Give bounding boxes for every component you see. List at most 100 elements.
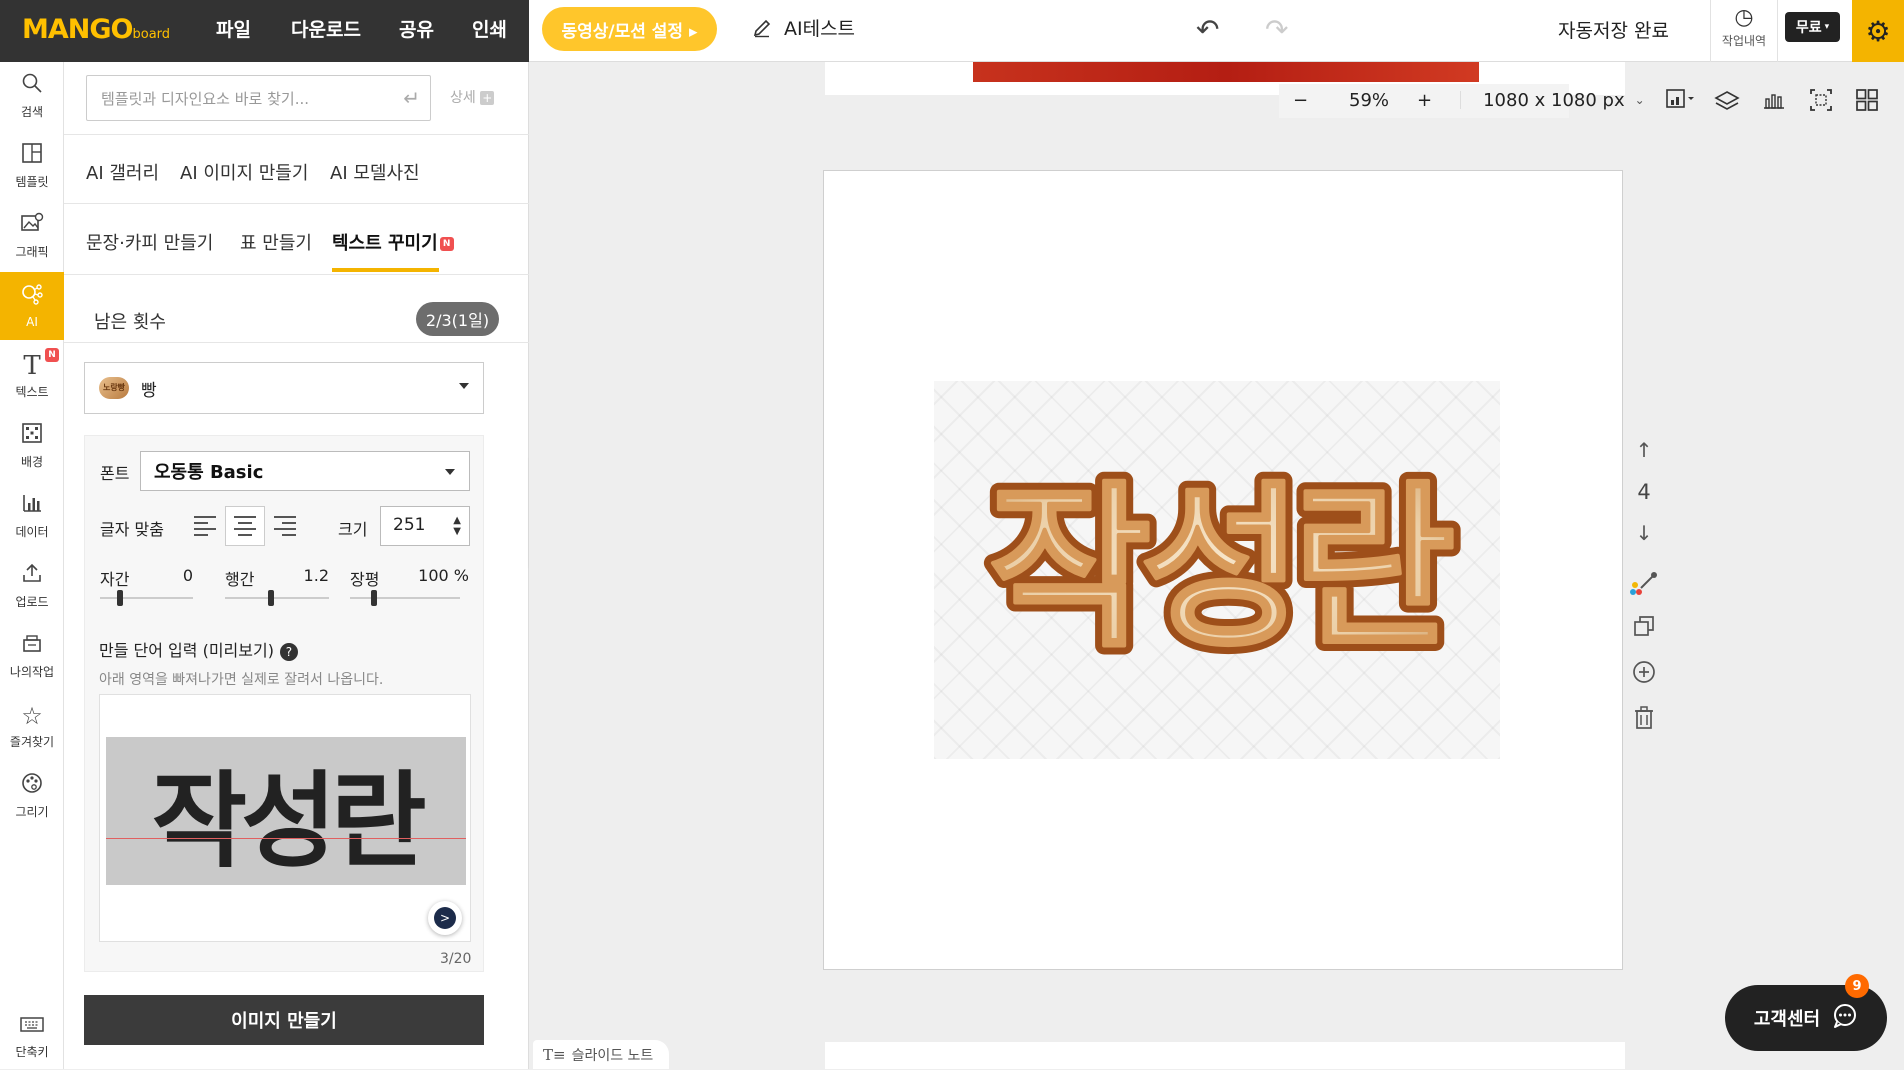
generated-text-image[interactable]: 작성란 작성란 [934, 381, 1500, 759]
menu-share[interactable]: 공유 [399, 15, 434, 42]
new-badge: N [439, 237, 454, 251]
rail-item-background[interactable]: 배경 [0, 412, 64, 480]
canvas-size[interactable]: 1080 x 1080 px [1483, 90, 1625, 111]
document-title[interactable]: AI테스트 [752, 14, 855, 41]
move-page-up-icon[interactable]: ↑ [1624, 438, 1664, 462]
tab-ai-image[interactable]: AI 이미지 만들기 [180, 159, 308, 185]
menu-print[interactable]: 인쇄 [472, 15, 507, 42]
rail-item-search[interactable]: 검색 [0, 62, 64, 130]
move-page-down-icon[interactable]: ↓ [1624, 521, 1664, 545]
zoom-value[interactable]: 59% [1349, 90, 1389, 111]
background-color-icon[interactable] [1666, 89, 1696, 115]
slider-handle[interactable] [117, 590, 123, 606]
graphic-icon [0, 212, 64, 240]
rail-item-graphic[interactable]: 그래픽 [0, 202, 64, 270]
rail-item-ai[interactable]: AI [0, 272, 64, 340]
menu-download[interactable]: 다운로드 [291, 15, 361, 42]
rail-label: 그리기 [15, 805, 49, 819]
rail-item-data[interactable]: 데이터 [0, 482, 64, 550]
gear-icon[interactable]: ⚙ [1852, 0, 1904, 62]
rail-label: 검색 [20, 105, 44, 119]
rail-item-favorites[interactable]: ☆ 즐겨찾기 [0, 692, 64, 760]
generate-icon[interactable]: > [428, 901, 462, 935]
zoom-in-button[interactable]: + [1417, 90, 1432, 111]
color-picker-icon[interactable] [1624, 570, 1664, 603]
align-center-icon[interactable] [225, 506, 265, 546]
line-spacing-slider[interactable] [225, 590, 329, 606]
letter-spacing-value: 0 [182, 566, 193, 585]
font-dropdown[interactable]: 오동통 Basic [140, 451, 470, 491]
crop-frame-icon[interactable] [1809, 88, 1833, 118]
undo-icon[interactable]: ↶ [1196, 13, 1219, 46]
rail-label: 배경 [20, 455, 44, 469]
layers-icon[interactable] [1714, 90, 1740, 118]
logo[interactable]: MANGOboard [22, 14, 170, 45]
rail-item-template[interactable]: 템플릿 [0, 132, 64, 200]
rail-item-my-work[interactable]: 나의작업 [0, 622, 64, 690]
support-notification-badge: 9 [1845, 974, 1869, 998]
tab-copy-writing[interactable]: 문장·카피 만들기 [86, 229, 213, 255]
enter-icon[interactable]: ↵ [403, 86, 420, 110]
active-tab-underline [332, 268, 439, 272]
stepper-arrows-icon[interactable]: ▲ ▼ [453, 515, 461, 537]
rail-item-upload[interactable]: 업로드 [0, 552, 64, 620]
width-ratio-slider[interactable] [350, 590, 460, 606]
add-page-icon[interactable] [1624, 660, 1664, 689]
align-label: 글자 맞춤 [100, 520, 164, 539]
make-image-button[interactable]: 이미지 만들기 [84, 995, 484, 1045]
slide-canvas[interactable]: 작성란 작성란 [823, 170, 1623, 970]
divider [64, 342, 529, 343]
ai-icon [0, 282, 64, 312]
tab-text-decorate[interactable]: 텍스트 꾸미기 N [332, 229, 454, 255]
rail-label: 데이터 [15, 525, 49, 539]
rail-label: 업로드 [15, 595, 49, 609]
duplicate-page-icon[interactable] [1624, 615, 1664, 642]
align-right-icon[interactable] [265, 506, 305, 546]
help-icon[interactable]: ? [279, 642, 298, 661]
font-value: 오동통 Basic [154, 462, 264, 483]
detail-label: 상세 [450, 90, 476, 106]
top-bar: MANGOboard 파일 다운로드 공유 인쇄 동영상/모션 설정 ▸ AI테… [0, 0, 1904, 62]
tab-table-maker[interactable]: 표 만들기 [240, 229, 312, 255]
history-label: 작업내역 [1721, 34, 1767, 48]
chevron-down-icon[interactable]: ⌄ [1635, 93, 1645, 107]
rail-label: 그래픽 [15, 245, 49, 259]
rail-item-draw[interactable]: 그리기 [0, 762, 64, 830]
rail-item-text[interactable]: N T 텍스트 [0, 342, 64, 410]
style-dropdown[interactable]: 노랑빵 빵 [84, 362, 484, 414]
history-button[interactable]: ◷ 작업내역 [1710, 0, 1778, 62]
pencil-icon [753, 19, 771, 37]
word-preview-area[interactable]: 작성란 > [99, 694, 471, 942]
grid-view-icon[interactable] [1856, 89, 1878, 117]
plan-button[interactable]: 무료 ▾ [1785, 12, 1840, 42]
page-number: 4 [1637, 480, 1651, 504]
trash-icon[interactable] [1624, 706, 1664, 735]
plus-box-icon: + [480, 91, 495, 105]
detail-search-link[interactable]: 상세 + [450, 87, 495, 107]
next-slide[interactable] [825, 1042, 1625, 1069]
autosave-status: 자동저장 완료 [1558, 20, 1669, 42]
word-input-label: 만들 단어 입력 (미리보기)? [99, 637, 298, 661]
background-icon [0, 422, 64, 450]
zoom-out-button[interactable]: − [1293, 90, 1323, 111]
slide-notes-tab[interactable]: T≡ 슬라이드 노트 [533, 1040, 669, 1069]
tab-ai-model-photo[interactable]: AI 모델사진 [330, 159, 420, 185]
redo-icon[interactable]: ↷ [1265, 13, 1288, 46]
menu-file[interactable]: 파일 [216, 15, 251, 42]
width-ratio-label: 장평 [350, 570, 380, 589]
draw-icon [0, 772, 64, 800]
rail-item-shortcuts[interactable]: 단축키 [0, 1002, 64, 1070]
letter-spacing-slider[interactable] [100, 590, 193, 606]
align-left-icon[interactable] [185, 506, 225, 546]
video-motion-settings-button[interactable]: 동영상/모션 설정 ▸ [542, 7, 717, 51]
tab-ai-gallery[interactable]: AI 갤러리 [86, 159, 159, 185]
history-icon: ◷ [1734, 5, 1754, 30]
ruler-chart-icon[interactable] [1762, 88, 1786, 116]
font-size-stepper[interactable]: 251 ▲ ▼ [380, 506, 470, 546]
search-input[interactable]: 템플릿과 디자인요소 바로 찾기... ↵ [86, 75, 431, 121]
word-input-label-text: 만들 단어 입력 (미리보기) [99, 641, 274, 660]
left-icon-rail: 검색 템플릿 그래픽 AI N T 텍스트 배경 데이터 업로드 나의작업 ☆ … [0, 62, 64, 1069]
slider-handle[interactable] [268, 590, 274, 606]
search-icon [0, 72, 64, 100]
slider-handle[interactable] [371, 590, 377, 606]
